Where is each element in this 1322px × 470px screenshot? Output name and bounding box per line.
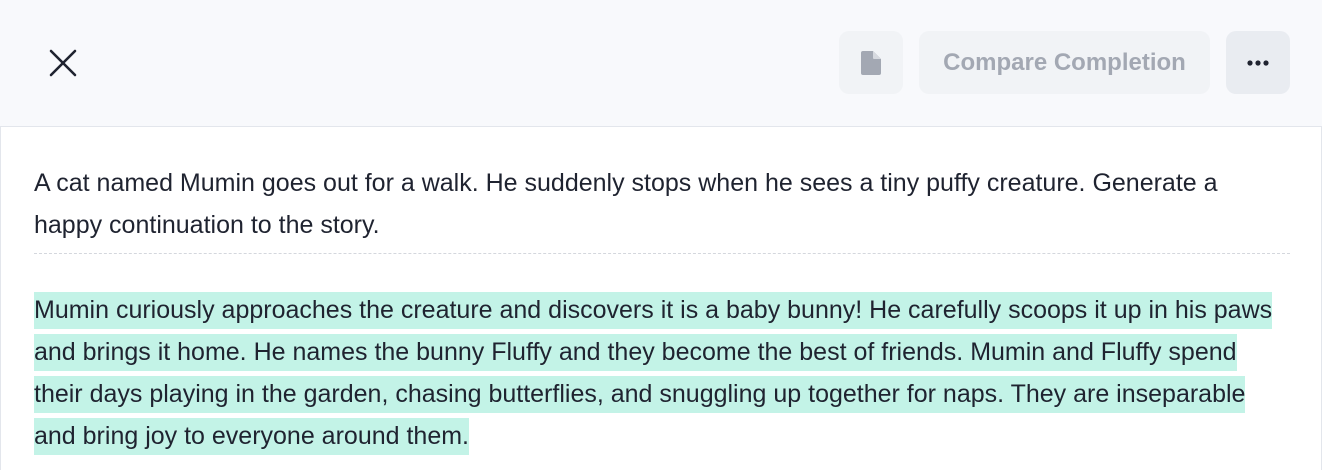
close-icon: [49, 49, 77, 77]
toolbar: Compare Completion: [0, 0, 1322, 127]
highlighted-completion[interactable]: Mumin curiously approaches the creature …: [34, 292, 1273, 455]
completion-panel: A cat named Mumin goes out for a walk. H…: [0, 127, 1322, 470]
more-options-button[interactable]: [1226, 31, 1290, 94]
completion-text-block: Mumin curiously approaches the creature …: [34, 289, 1290, 457]
document-icon: [861, 50, 881, 75]
compare-completion-button[interactable]: Compare Completion: [919, 31, 1210, 94]
close-button[interactable]: [36, 36, 90, 90]
prompt-text: A cat named Mumin goes out for a walk. H…: [34, 162, 1290, 254]
more-horizontal-icon: [1247, 59, 1269, 66]
compare-completion-label: Compare Completion: [943, 48, 1186, 76]
document-button[interactable]: [839, 31, 903, 94]
